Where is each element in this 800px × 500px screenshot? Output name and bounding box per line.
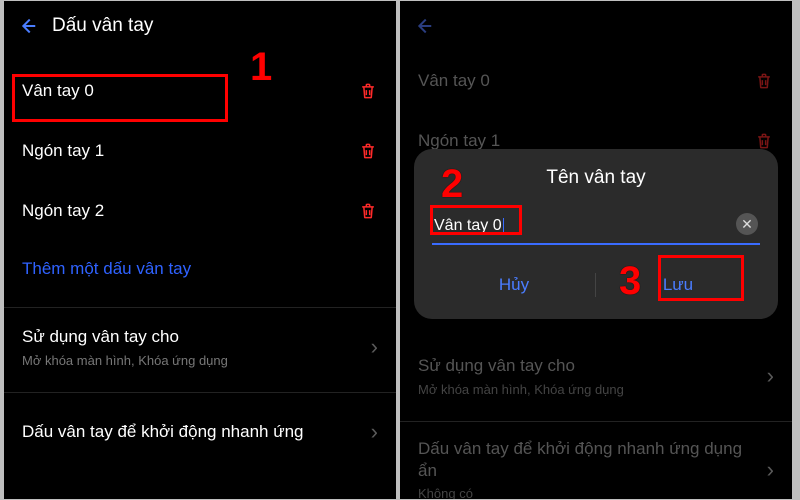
settings-item-use-for[interactable]: Sử dụng vân tay cho Mở khóa màn hình, Kh… [4, 312, 396, 382]
fingerprint-item[interactable]: Vân tay 0 [4, 61, 396, 121]
settings-title: Sử dụng vân tay cho [418, 355, 757, 377]
settings-title: Sử dụng vân tay cho [22, 326, 361, 348]
add-fingerprint-button[interactable]: Thêm một dấu vân tay [4, 241, 396, 297]
back-icon[interactable] [16, 15, 38, 37]
dialog-actions: Hủy Lưu [432, 265, 760, 305]
dialog-input-wrap: Vân tay 0 ✕ [432, 211, 760, 245]
back-icon[interactable] [412, 15, 434, 37]
save-button[interactable]: Lưu [596, 265, 760, 305]
trash-icon[interactable] [358, 81, 378, 101]
cancel-button[interactable]: Hủy [432, 265, 596, 305]
fingerprint-label: Vân tay 0 [22, 81, 94, 101]
trash-icon[interactable] [358, 201, 378, 221]
divider [400, 421, 792, 422]
settings-item-quickstart[interactable]: Dấu vân tay để khởi động nhanh ứng dụng … [400, 426, 792, 499]
settings-item-quickstart[interactable]: Dấu vân tay để khởi động nhanh ứng › [4, 397, 396, 467]
settings-sub: Mở khóa màn hình, Khóa ứng dụng [418, 382, 757, 397]
header: Dấu vân tay [4, 1, 396, 51]
divider [4, 392, 396, 393]
trash-icon[interactable] [358, 141, 378, 161]
fingerprint-item[interactable]: Vân tay 0 [400, 51, 792, 111]
settings-item-use-for[interactable]: Sử dụng vân tay cho Mở khóa màn hình, Kh… [400, 341, 792, 411]
fingerprint-label: Ngón tay 1 [22, 141, 104, 161]
settings-title: Dấu vân tay để khởi động nhanh ứng [22, 421, 361, 443]
divider [4, 307, 396, 308]
header [400, 1, 792, 51]
settings-sub: Mở khóa màn hình, Khóa ứng dụng [22, 353, 361, 368]
settings-title: Dấu vân tay để khởi động nhanh ứng dụng … [418, 438, 757, 482]
phone-screen-left: Dấu vân tay Vân tay 0 Ngón tay 1 Ngón ta… [4, 1, 396, 499]
clear-input-icon[interactable]: ✕ [736, 213, 758, 235]
trash-icon[interactable] [754, 71, 774, 91]
phone-screen-right: Vân tay 0 Ngón tay 1 Sử dụng vân tay cho… [400, 1, 792, 499]
fingerprint-label: Vân tay 0 [418, 71, 490, 91]
fingerprint-label: Ngón tay 1 [418, 131, 500, 151]
fingerprint-item[interactable]: Ngón tay 1 [4, 121, 396, 181]
page-title: Dấu vân tay [52, 15, 153, 37]
chevron-right-icon: › [371, 334, 378, 360]
rename-dialog: Tên vân tay Vân tay 0 ✕ Hủy Lưu [414, 149, 778, 319]
dialog-title: Tên vân tay [432, 167, 760, 189]
chevron-right-icon: › [371, 419, 378, 445]
settings-sub: Không có [418, 486, 757, 499]
fingerprint-name-input[interactable]: Vân tay 0 [432, 211, 760, 245]
fingerprint-label: Ngón tay 2 [22, 201, 104, 221]
fingerprint-item[interactable]: Ngón tay 2 [4, 181, 396, 241]
fingerprint-list: Vân tay 0 Ngón tay 1 Ngón tay 2 Thêm một… [4, 61, 396, 297]
trash-icon[interactable] [754, 131, 774, 151]
chevron-right-icon: › [767, 457, 774, 483]
chevron-right-icon: › [767, 363, 774, 389]
